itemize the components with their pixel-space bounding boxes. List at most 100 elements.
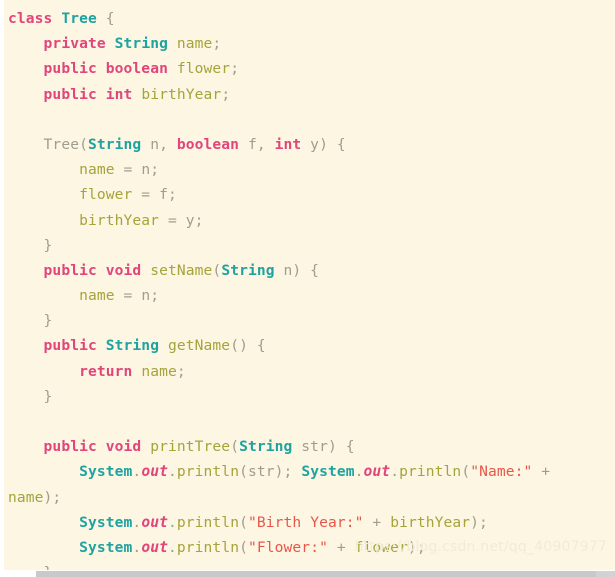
code-token: int [105,85,133,103]
code-token: ( [239,538,248,556]
code-token: Tree [43,135,80,153]
code-token: } [8,312,53,330]
code-token: println [176,538,240,556]
code-token: boolean [105,60,168,78]
code-token: String [87,135,142,153]
horizontal-scrollbar-thumb[interactable] [36,571,596,577]
code-token: System [79,513,133,531]
code-token: out [363,463,391,481]
code-token: System [301,463,355,481]
code-token: System [79,463,133,481]
code-token: birthYear [141,85,222,103]
code-token: birthYear [390,513,471,531]
code-token: . [167,463,177,481]
code-token: f; [159,186,177,204]
code-token: class [8,10,53,27]
code-token: "Name:" [470,463,533,481]
code-token: public [43,438,97,456]
code-token: } [8,387,53,405]
code-token: name [79,161,115,179]
code-token: boolean [176,135,240,153]
code-line: public void printTree(String str) { [8,434,615,459]
code-token: . [132,463,142,481]
code-line: Tree(String n, boolean f, int y) { [8,132,615,157]
code-token: public [43,261,97,279]
code-token: public [43,85,97,103]
code-token: ; [221,85,231,103]
code-token: ( [230,438,240,456]
code-token: ( [79,135,88,153]
code-token: . [132,538,142,556]
code-token: n) { [274,261,320,279]
code-token: = [159,211,186,229]
code-surface[interactable]: class Tree { private String name; public… [4,0,615,570]
code-token: . [390,463,400,481]
code-token: n, [141,135,177,153]
code-line: private String name; [8,31,615,56]
code-block[interactable]: class Tree { private String name; public… [4,6,615,570]
code-token: . [167,513,177,531]
code-token: void [105,438,142,456]
code-token: String [221,261,275,279]
code-token: = [114,287,142,305]
code-line: name = n; [8,283,615,308]
code-token: void [105,261,142,279]
code-line: public int birthYear; [8,82,615,107]
code-token: ( [212,261,222,279]
code-token: flower [176,60,231,78]
code-line: } [8,560,615,570]
code-token: public [43,337,97,355]
code-token: ( [239,513,248,531]
code-token: } [8,236,53,254]
code-token: return [79,362,133,380]
code-token: () { [230,337,266,355]
code-token: name [79,287,115,305]
code-line: flower = f; [8,182,615,207]
code-line: } [8,384,615,409]
code-token: String [239,438,293,456]
code-token: Tree [61,10,97,27]
code-token: ; [176,362,186,380]
code-token: f, [239,135,275,153]
code-token: println [399,463,462,481]
code-token: ( [239,463,248,481]
code-viewer: class Tree { private String name; public… [0,0,615,577]
code-token: name [141,362,177,380]
code-line: } [8,308,615,333]
code-token: private [43,35,106,53]
code-line: public String getName() { [8,333,615,358]
code-token: n; [141,287,160,305]
code-token: println [176,513,240,531]
code-token: + [532,463,551,481]
horizontal-scrollbar[interactable] [0,570,615,577]
code-line: public boolean flower; [8,56,615,81]
code-token: . [167,538,177,556]
code-token: + [327,538,355,556]
code-token: ); [43,488,62,506]
code-token: + [363,513,391,531]
code-token: println [176,463,240,481]
code-token: ); [470,513,488,531]
code-line: return name; [8,359,615,384]
